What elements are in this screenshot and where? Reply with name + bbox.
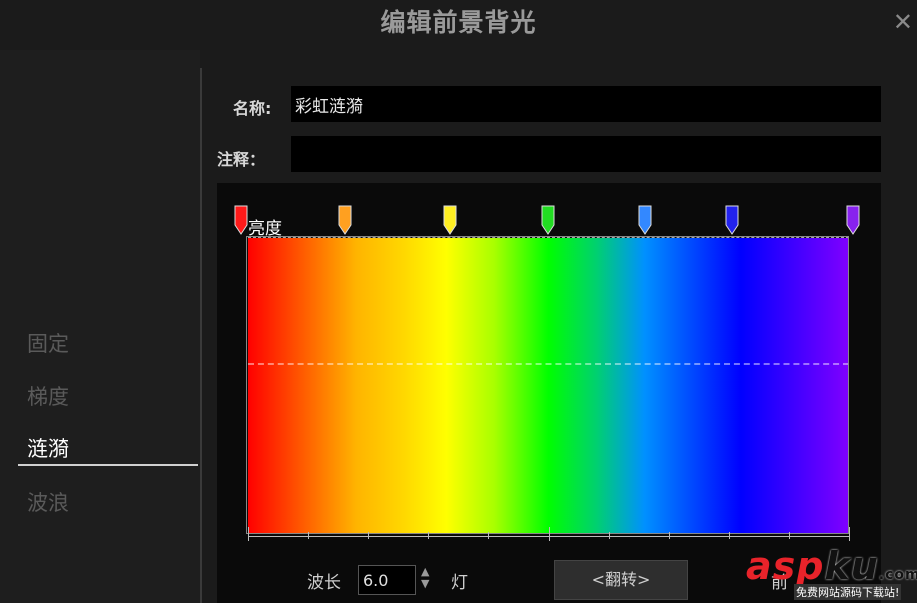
color-stop-marker[interactable] bbox=[338, 205, 352, 235]
axis-tick bbox=[308, 532, 309, 539]
name-label: 名称: bbox=[233, 99, 272, 118]
wavelength-spinner-icon[interactable]: ▲ ▼ bbox=[421, 566, 429, 590]
front-label: 前 bbox=[771, 573, 788, 593]
dialog-title: 编辑前景背光 bbox=[380, 8, 537, 37]
close-icon[interactable]: ✕ bbox=[893, 10, 913, 34]
axis-tick bbox=[368, 532, 369, 539]
color-stop-marker[interactable] bbox=[234, 205, 248, 235]
axis-tick bbox=[488, 532, 489, 539]
wavelength-input[interactable] bbox=[358, 565, 416, 595]
axis-tick bbox=[609, 532, 610, 539]
axis-tick bbox=[849, 527, 850, 541]
color-stop-marker[interactable] bbox=[541, 205, 555, 235]
note-input[interactable] bbox=[291, 136, 881, 172]
sidebar-divider bbox=[200, 68, 202, 603]
color-stop-marker[interactable] bbox=[443, 205, 457, 235]
mode-item-wave[interactable]: 波浪 bbox=[27, 487, 69, 517]
active-mode-underline bbox=[18, 464, 198, 466]
mode-item-gradient[interactable]: 梯度 bbox=[27, 381, 69, 411]
mode-item-fixed[interactable]: 固定 bbox=[27, 328, 69, 358]
axis-tick bbox=[669, 532, 670, 539]
axis-tick bbox=[729, 532, 730, 539]
wavelength-label: 波长 bbox=[307, 573, 341, 593]
note-label: 注释： bbox=[217, 150, 266, 169]
axis-tick bbox=[248, 527, 249, 541]
midline-dashed bbox=[248, 363, 849, 365]
color-stop-marker[interactable] bbox=[725, 205, 739, 235]
axis-tick bbox=[428, 532, 429, 539]
color-stop-marker[interactable] bbox=[846, 205, 860, 235]
color-stop-marker[interactable] bbox=[638, 205, 652, 235]
rainbow-gradient[interactable] bbox=[248, 238, 849, 534]
flip-button[interactable]: <翻转> bbox=[554, 560, 688, 600]
axis-tick bbox=[789, 532, 790, 539]
lamp-label: 灯 bbox=[451, 573, 468, 593]
brightness-label: 亮度 bbox=[248, 219, 282, 239]
name-input[interactable] bbox=[291, 86, 881, 122]
top-line-dashed bbox=[248, 237, 849, 238]
axis-tick bbox=[549, 527, 550, 541]
mode-item-ripple[interactable]: 涟漪 bbox=[27, 433, 69, 463]
wavelength-axis bbox=[248, 527, 850, 547]
mode-sidebar bbox=[0, 50, 200, 603]
